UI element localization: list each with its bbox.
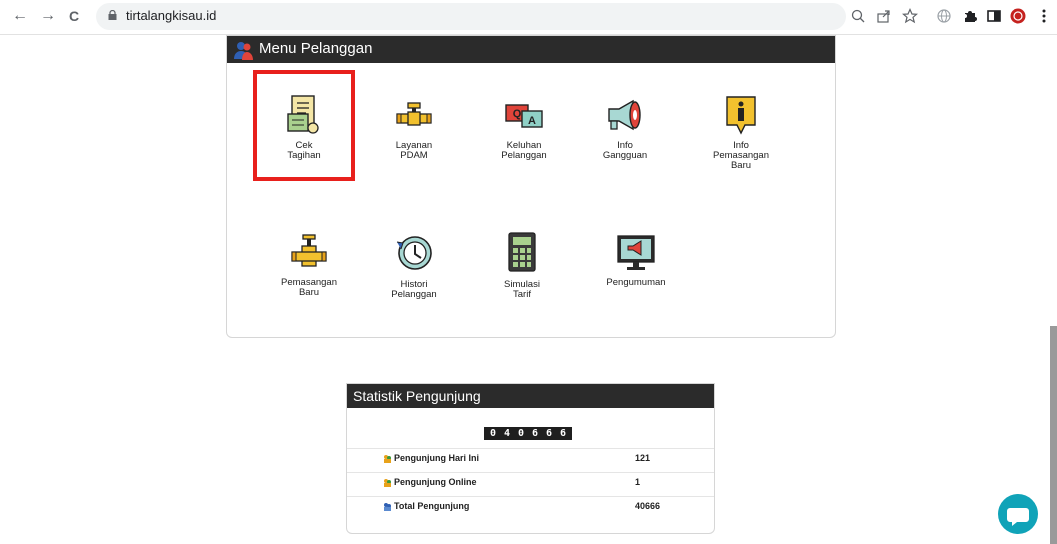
monitor-announcement-icon — [617, 235, 655, 270]
bookmark-star-icon[interactable] — [902, 8, 918, 24]
visitor-icon — [384, 503, 391, 511]
stats-row: Total Pengunjung 40666 — [347, 496, 714, 518]
megaphone-icon — [608, 99, 641, 131]
extension-globe-icon[interactable] — [936, 8, 952, 24]
stats-label: Pengunjung Online — [394, 477, 477, 487]
stats-title: Statistik Pengunjung — [353, 388, 481, 404]
menu-histori-pelanggan[interactable]: Histori Pelanggan — [374, 232, 454, 322]
chat-bubble-icon — [1007, 508, 1029, 526]
share-icon[interactable] — [876, 8, 892, 24]
more-menu-icon[interactable] — [1036, 8, 1052, 24]
stats-value: 121 — [635, 453, 651, 463]
puzzle-extensions-icon[interactable] — [962, 8, 978, 24]
profile-avatar-icon[interactable] — [1010, 8, 1026, 24]
menu-pemasangan-baru[interactable]: Pemasangan Baru — [269, 232, 349, 322]
menu-label: Keluhan Pelanggan — [501, 140, 547, 161]
panel-header: Menu Pelanggan — [227, 36, 835, 63]
menu-label: Simulasi Tarif — [504, 279, 540, 300]
info-icon — [726, 96, 756, 135]
calculator-icon — [508, 232, 536, 272]
back-icon[interactable]: ← — [10, 6, 30, 26]
menu-layanan-pdam[interactable]: Layanan PDAM — [374, 95, 454, 185]
counter-digit: 0 — [517, 428, 525, 439]
svg-text:A: A — [528, 115, 536, 127]
side-panel-icon[interactable] — [986, 8, 1002, 24]
menu-keluhan-pelanggan[interactable]: Q A Keluhan Pelanggan — [484, 95, 564, 185]
menu-info-pemasangan-baru[interactable]: Info Pemasangan Baru — [701, 95, 781, 185]
stats-row: Pengunjung Online 1 — [347, 472, 714, 494]
users-icon — [234, 42, 253, 60]
forward-icon[interactable]: → — [38, 6, 58, 26]
svg-text:Q: Q — [513, 108, 522, 120]
menu-simulasi-tarif[interactable]: Simulasi Tarif — [482, 232, 562, 322]
reload-icon[interactable]: C — [64, 6, 84, 26]
history-icon — [396, 236, 432, 270]
statistik-pengunjung-panel: Statistik Pengunjung 0 4 0 6 6 6 Pengunj… — [346, 383, 715, 534]
pipe-valve-icon — [396, 102, 432, 126]
stats-header: Statistik Pengunjung — [347, 384, 714, 408]
panel-title: Menu Pelanggan — [259, 40, 373, 57]
stats-label: Total Pengunjung — [394, 501, 470, 511]
menu-label: Info Pemasangan Baru — [713, 140, 769, 171]
address-bar[interactable]: tirtalangkisau.id — [96, 3, 846, 30]
browser-toolbar: ← → C tirtalangkisau.id — [0, 0, 1057, 35]
stats-value: 40666 — [635, 501, 661, 511]
counter-digit: 6 — [559, 428, 567, 439]
menu-info-gangguan[interactable]: Info Gangguan — [585, 95, 665, 185]
lock-icon — [108, 10, 117, 20]
page-scrollbar[interactable] — [1050, 326, 1057, 544]
url-text: tirtalangkisau.id — [126, 8, 217, 23]
zoom-icon[interactable] — [850, 8, 866, 24]
chat-button[interactable] — [998, 494, 1038, 534]
counter-digit: 6 — [531, 428, 539, 439]
counter-digit: 0 — [489, 428, 497, 439]
menu-label: Info Gangguan — [602, 140, 648, 161]
menu-label: Histori Pelanggan — [391, 279, 437, 300]
chat-complaint-icon: Q A — [505, 104, 543, 128]
counter-digit: 6 — [545, 428, 553, 439]
stats-label: Pengunjung Hari Ini — [394, 453, 479, 463]
menu-pengumuman[interactable]: Pengumuman — [596, 234, 676, 324]
menu-label: Layanan PDAM — [395, 140, 433, 161]
visitor-icon — [384, 455, 391, 463]
menu-label: Pemasangan Baru — [281, 277, 337, 298]
highlight-box — [253, 70, 355, 181]
visitor-counter: 0 4 0 6 6 6 — [484, 427, 572, 440]
counter-digit: 4 — [503, 428, 511, 439]
stats-row: Pengunjung Hari Ini 121 — [347, 448, 714, 470]
menu-label: Pengumuman — [606, 277, 666, 288]
pipe-install-icon — [291, 234, 327, 267]
stats-value: 1 — [635, 477, 641, 487]
visitor-icon — [384, 479, 391, 487]
